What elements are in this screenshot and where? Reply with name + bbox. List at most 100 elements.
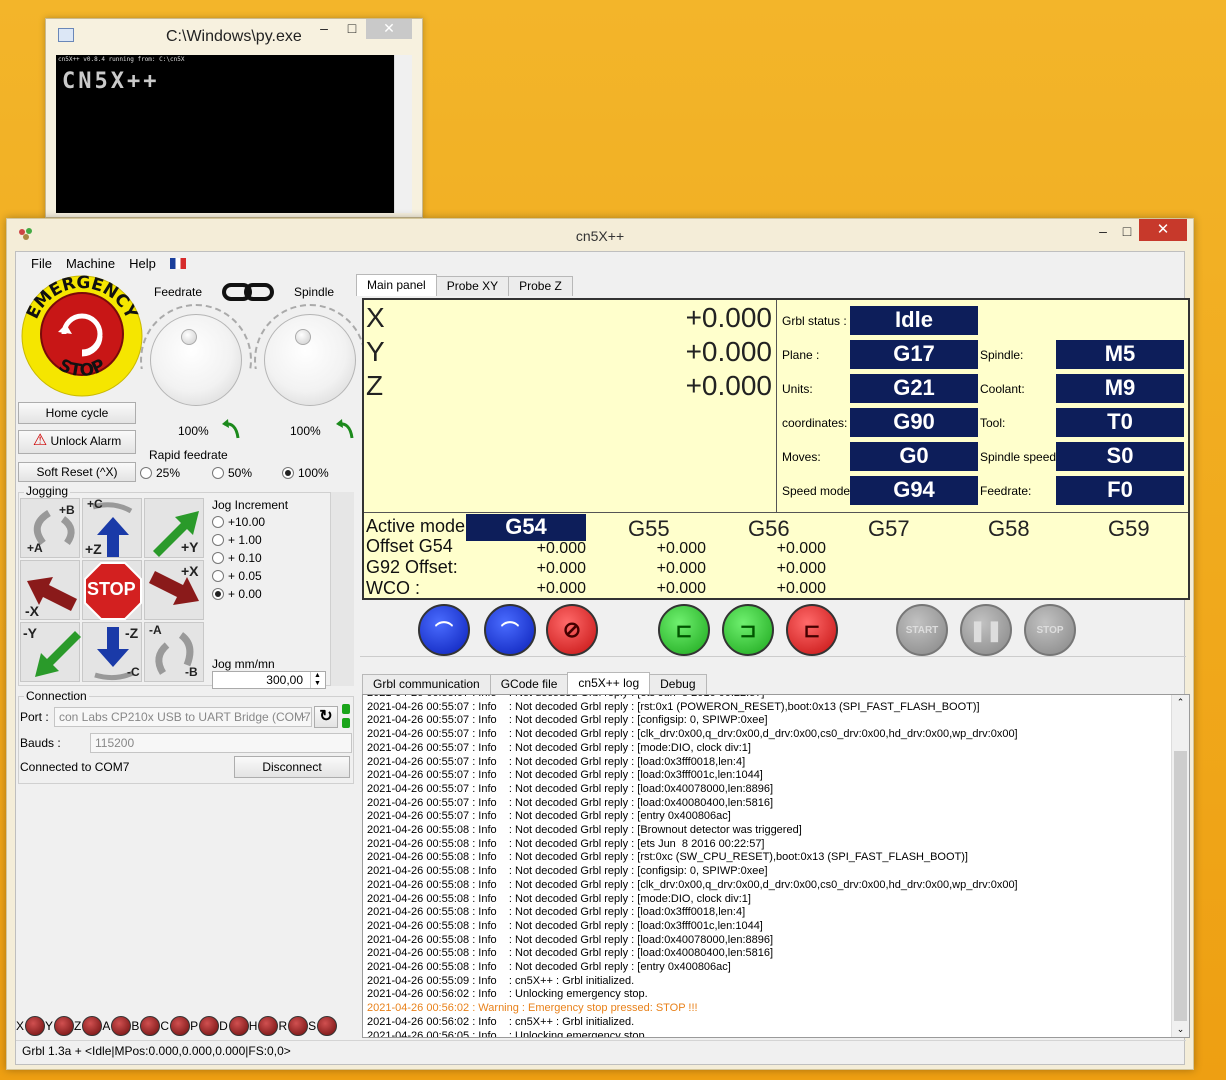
scroll-down-icon[interactable]: ⌄ [1172, 1024, 1189, 1035]
wcs-g57[interactable]: G57 [868, 516, 910, 542]
tab-probe-xy[interactable]: Probe XY [435, 276, 510, 296]
limit-led-icon [170, 1016, 191, 1036]
jog-inc-option[interactable]: + 1.00 [212, 533, 262, 547]
jog-z-minus-button[interactable]: -Z -C [82, 622, 142, 682]
feedrate-reset-icon[interactable] [220, 418, 242, 440]
tab-debug[interactable]: Debug [649, 674, 707, 694]
led-label: A [102, 1019, 111, 1033]
spindle-reset-icon[interactable] [334, 418, 356, 440]
spindle-speed-label: Spindle speed: [980, 450, 1060, 464]
spindle-knob[interactable] [264, 314, 356, 406]
rapid-50-option[interactable]: 50% [212, 466, 252, 480]
wcs-g58[interactable]: G58 [988, 516, 1030, 542]
spindle-state-value: M5 [1056, 340, 1184, 369]
wcs-g56[interactable]: G56 [748, 516, 790, 542]
minimize-button[interactable]: – [1091, 222, 1115, 242]
start-button[interactable]: START [896, 604, 948, 656]
wcs-g59[interactable]: G59 [1108, 516, 1150, 542]
rapid-100-option[interactable]: 100% [282, 466, 329, 480]
menu-help[interactable]: Help [122, 256, 163, 273]
console-maximize-button[interactable]: □ [340, 19, 364, 39]
console-close-button[interactable]: ✕ [366, 19, 412, 39]
jog-inc-option[interactable]: + 0.00 [212, 587, 262, 601]
emergency-stop-button[interactable]: EMERGENCY STOP [20, 274, 144, 398]
status-bar-text: Grbl 1.3a + <Idle|MPos:0.000,0.000,0.000… [22, 1044, 291, 1058]
console-minimize-button[interactable]: – [312, 19, 336, 39]
jog-speed-input[interactable]: 300,00 [212, 671, 326, 689]
spindle-off-button[interactable]: ⊏ [786, 604, 838, 656]
jog-y-minus-button[interactable]: -Y [20, 622, 81, 682]
jog-c-plus-label: +C [87, 497, 103, 511]
jog-inc-option[interactable]: + 0.10 [212, 551, 262, 565]
log-line: 2021-04-26 00:56:05 : Info : Unlocking e… [367, 1029, 648, 1038]
menu-file[interactable]: File [24, 256, 59, 273]
soft-reset-button[interactable]: Soft Reset (^X) [18, 462, 136, 482]
console-window[interactable]: C:\Windows\py.exe – □ ✕ cn5X++ v0.8.4 ru… [45, 18, 423, 218]
console-scrollbar[interactable] [394, 55, 412, 213]
moves-value: G0 [850, 442, 978, 471]
jog-speed-spinner-icon[interactable]: ▲ ▼ [310, 672, 324, 688]
jog-inc-option[interactable]: +10.00 [212, 515, 265, 529]
spindle-cw-button[interactable]: ⊏ [658, 604, 710, 656]
rapid-25-option[interactable]: 25% [140, 466, 180, 480]
port-select[interactable]: con Labs CP210x USB to UART Bridge (COM7… [54, 707, 312, 727]
jog-inc-option[interactable]: + 0.05 [212, 569, 262, 583]
tab-grbl-communication[interactable]: Grbl communication [362, 674, 491, 694]
scroll-up-icon[interactable]: ⌃ [1172, 697, 1189, 708]
log-line: 2021-04-26 00:55:08 : Info : Not decoded… [367, 878, 1018, 891]
log-panel[interactable]: 2021-04-26 00:55:07 : Info : Not decoded… [362, 694, 1190, 1038]
limit-led-icon [111, 1016, 132, 1036]
maximize-button[interactable]: □ [1115, 222, 1139, 242]
log-line: 2021-04-26 00:55:08 : Info : Not decoded… [367, 837, 765, 850]
language-flag-icon[interactable] [163, 256, 193, 273]
jog-y-plus-button[interactable]: +Y [144, 498, 204, 558]
jog-a-plus-button[interactable]: +B +A [20, 498, 80, 558]
active-mode-value[interactable]: G54 [466, 514, 586, 541]
led-label: Z [74, 1019, 82, 1033]
jog-x-minus-button[interactable]: -X [20, 560, 80, 620]
spindle-ccw-button[interactable]: ⊐ [722, 604, 774, 656]
console-titlebar[interactable]: C:\Windows\py.exe – □ ✕ [46, 19, 422, 53]
stop-button[interactable]: STOP [1024, 604, 1076, 656]
limit-led-icon [317, 1016, 338, 1036]
tab-main-panel[interactable]: Main panel [356, 274, 437, 296]
jog-a-minus-button[interactable]: -A -B [144, 622, 204, 682]
jog-inc-label: + 1.00 [228, 533, 262, 547]
link-icon[interactable] [222, 282, 274, 302]
jog-stop-button[interactable]: STOP [82, 560, 142, 620]
menu-machine[interactable]: Machine [59, 256, 122, 273]
coolant-off-button[interactable]: ⊘ [546, 604, 598, 656]
refresh-ports-button[interactable]: ↻ [314, 706, 338, 728]
log-scrollbar[interactable]: ⌃ ⌄ [1171, 695, 1189, 1037]
g92-value: +0.000 [776, 560, 826, 577]
disconnect-button[interactable]: Disconnect [234, 756, 350, 778]
jog-x-plus-button[interactable]: +X [144, 560, 204, 620]
radio-icon [212, 570, 224, 582]
unlock-alarm-button[interactable]: ⚠ Unlock Alarm [18, 430, 136, 454]
close-button[interactable]: ✕ [1139, 219, 1187, 241]
coolant-flood-button[interactable]: ⌒ [418, 604, 470, 656]
coordinates-label: coordinates: [782, 416, 848, 430]
led-label: B [131, 1019, 140, 1033]
log-line: 2021-04-26 00:55:08 : Info : Not decoded… [367, 892, 751, 905]
bauds-select[interactable]: 115200 [90, 733, 352, 753]
feedrate-knob[interactable] [150, 314, 242, 406]
g92-value: +0.000 [536, 560, 586, 577]
axis-x-label: X [366, 302, 385, 333]
home-cycle-button[interactable]: Home cycle [18, 402, 136, 424]
tab-gcode-file[interactable]: GCode file [489, 674, 569, 694]
coolant-mist-button[interactable]: ⌒ [484, 604, 536, 656]
tab-probe-z[interactable]: Probe Z [508, 276, 573, 296]
scroll-thumb[interactable] [1174, 751, 1187, 1021]
wcs-g55[interactable]: G55 [628, 516, 670, 542]
pause-button[interactable]: ❚❚ [960, 604, 1012, 656]
tab-cn5x-log[interactable]: cn5X++ log [567, 672, 651, 694]
main-titlebar[interactable]: cn5X++ – □ ✕ [7, 219, 1193, 251]
log-line: 2021-04-26 00:56:02 : Info : Unlocking e… [367, 988, 648, 1001]
main-window[interactable]: cn5X++ – □ ✕ File Machine Help EMERGENCY… [6, 218, 1194, 1070]
warning-icon: ⚠ [32, 432, 48, 449]
status-bar-divider [16, 1040, 1186, 1041]
jog-z-plus-button[interactable]: +C +Z [82, 497, 142, 558]
jog-inc-label: + 0.00 [228, 587, 262, 601]
jog-slider-track[interactable] [330, 492, 354, 686]
